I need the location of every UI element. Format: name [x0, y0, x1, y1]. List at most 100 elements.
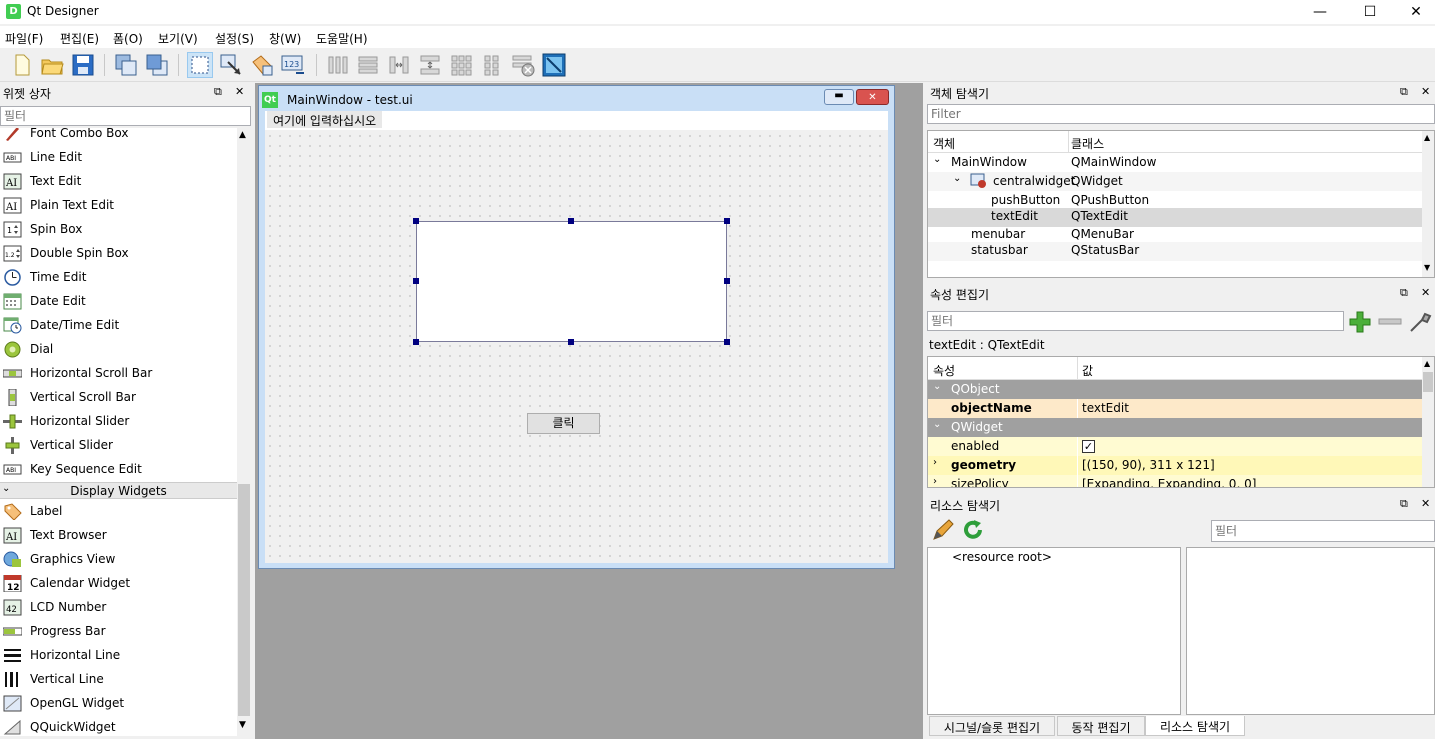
- configure-wrench-icon[interactable]: [1408, 310, 1434, 334]
- group-qwidget[interactable]: ⌄ QWidget: [928, 418, 1422, 437]
- property-row-objectname[interactable]: objectName textEdit: [928, 399, 1422, 418]
- layout-v-splitter-icon[interactable]: [417, 52, 443, 78]
- widget-list-scrollbar[interactable]: ▲ ▼: [237, 128, 251, 736]
- edit-widgets-icon[interactable]: [187, 52, 213, 78]
- property-row-geometry[interactable]: › geometry [(150, 90), 311 x 121]: [928, 456, 1422, 475]
- new-file-icon[interactable]: [8, 52, 34, 78]
- maximize-button[interactable]: ☐: [1347, 0, 1393, 24]
- float-icon[interactable]: ⧉: [214, 85, 222, 99]
- scrollbar-thumb[interactable]: [238, 484, 250, 716]
- selection-handle[interactable]: [568, 339, 574, 345]
- layout-form-icon[interactable]: [479, 52, 505, 78]
- tab-resource-browser[interactable]: 리소스 탐색기: [1145, 716, 1245, 736]
- tab-signal-slot-editor[interactable]: 시그널/슬롯 편집기: [929, 716, 1055, 736]
- header-object[interactable]: 객체: [933, 135, 955, 152]
- edit-buddies-icon[interactable]: [249, 52, 275, 78]
- edit-signals-slots-icon[interactable]: [218, 52, 244, 78]
- widget-item-dial[interactable]: Dial: [0, 338, 237, 362]
- widget-item-vertical-scroll-bar[interactable]: Vertical Scroll Bar: [0, 386, 237, 410]
- widget-item-label[interactable]: Label: [0, 500, 237, 524]
- tree-scrollbar[interactable]: ▲ ▼: [1422, 131, 1434, 277]
- tree-row[interactable]: ⌄ MainWindow QMainWindow: [928, 153, 1422, 172]
- widget-item-double-spin-box[interactable]: 1.2 Double Spin Box: [0, 242, 237, 266]
- objectname-value[interactable]: textEdit: [1082, 401, 1129, 415]
- edit-tab-order-icon[interactable]: 123: [280, 52, 306, 78]
- widget-item-progress-bar[interactable]: Progress Bar: [0, 620, 237, 644]
- text-edit-widget[interactable]: [416, 221, 727, 342]
- bring-to-front-icon[interactable]: [144, 52, 170, 78]
- float-icon[interactable]: ⧉: [1400, 85, 1408, 99]
- form-minimize-button[interactable]: ▬: [824, 89, 854, 105]
- widget-filter-input[interactable]: [0, 106, 251, 126]
- widget-item-horizontal-scroll-bar[interactable]: Horizontal Scroll Bar: [0, 362, 237, 386]
- property-scrollbar[interactable]: ▲: [1422, 357, 1434, 487]
- resource-filter-input[interactable]: [1211, 520, 1435, 542]
- resource-root-item[interactable]: <resource root>: [952, 550, 1052, 564]
- selection-handle[interactable]: [413, 218, 419, 224]
- widget-item-font-combo-box[interactable]: Font Combo Box: [0, 128, 237, 146]
- send-to-back-icon[interactable]: [113, 52, 139, 78]
- form-window[interactable]: Qt MainWindow - test.ui ▬ ✕ 여기에 입력하십시오 클…: [258, 85, 895, 569]
- widget-item-text-browser[interactable]: AI Text Browser: [0, 524, 237, 548]
- header-class[interactable]: 클래스: [1071, 135, 1104, 152]
- widget-item-qquickwidget[interactable]: QQuickWidget: [0, 716, 237, 736]
- minimize-button[interactable]: —: [1297, 0, 1343, 24]
- enabled-checkbox[interactable]: ✓: [1082, 440, 1095, 453]
- break-layout-icon[interactable]: [510, 52, 536, 78]
- sizepolicy-value[interactable]: [Expanding, Expanding, 0, 0]: [1082, 477, 1256, 487]
- selection-handle[interactable]: [413, 339, 419, 345]
- selection-handle[interactable]: [568, 218, 574, 224]
- category-display-widgets[interactable]: ⌄ Display Widgets: [0, 482, 237, 499]
- open-folder-icon[interactable]: [39, 52, 65, 78]
- push-button[interactable]: 클릭: [527, 413, 600, 434]
- selection-handle[interactable]: [413, 278, 419, 284]
- widget-item-time-edit[interactable]: Time Edit: [0, 266, 237, 290]
- widget-item-graphics-view[interactable]: Graphics View: [0, 548, 237, 572]
- scroll-down-icon[interactable]: ▼: [239, 720, 246, 730]
- menubar-placeholder[interactable]: 여기에 입력하십시오: [267, 111, 383, 128]
- widget-item-horizontal-line[interactable]: Horizontal Line: [0, 644, 237, 668]
- form-close-button[interactable]: ✕: [856, 89, 889, 105]
- form-menubar[interactable]: 여기에 입력하십시오: [265, 111, 888, 130]
- layout-vertical-icon[interactable]: [355, 52, 381, 78]
- widget-item-text-edit[interactable]: AI Text Edit: [0, 170, 237, 194]
- close-icon[interactable]: ✕: [1421, 286, 1430, 299]
- form-canvas[interactable]: 여기에 입력하십시오 클릭: [265, 111, 888, 563]
- add-property-icon[interactable]: [1348, 310, 1372, 334]
- selection-handle[interactable]: [724, 218, 730, 224]
- property-row-sizepolicy[interactable]: › sizePolicy [Expanding, Expanding, 0, 0…: [928, 475, 1422, 487]
- object-filter-input[interactable]: [927, 104, 1435, 124]
- menu-window[interactable]: 창(W): [269, 30, 301, 47]
- menu-view[interactable]: 보기(V): [158, 30, 198, 47]
- widget-item-line-edit[interactable]: ABI Line Edit: [0, 146, 237, 170]
- widget-item-horizontal-slider[interactable]: Horizontal Slider: [0, 410, 237, 434]
- adjust-size-icon[interactable]: [541, 52, 567, 78]
- layout-grid-icon[interactable]: [448, 52, 474, 78]
- widget-item-datetime-edit[interactable]: Date/Time Edit: [0, 314, 237, 338]
- widget-item-vertical-slider[interactable]: Vertical Slider: [0, 434, 237, 458]
- header-value[interactable]: 값: [1082, 362, 1093, 379]
- close-icon[interactable]: ✕: [1421, 85, 1430, 98]
- menu-form[interactable]: 폼(O): [113, 30, 143, 47]
- float-icon[interactable]: ⧉: [1400, 497, 1408, 511]
- close-icon[interactable]: ✕: [1421, 497, 1430, 510]
- menu-help[interactable]: 도움말(H): [316, 30, 368, 47]
- widget-item-calendar-widget[interactable]: 12 Calendar Widget: [0, 572, 237, 596]
- group-qobject[interactable]: ⌄ QObject: [928, 380, 1422, 399]
- scroll-up-icon[interactable]: ▲: [239, 130, 246, 140]
- property-row-enabled[interactable]: enabled ✓: [928, 437, 1422, 456]
- menu-settings[interactable]: 설정(S): [215, 30, 254, 47]
- menu-file[interactable]: 파일(F): [5, 30, 43, 47]
- save-icon[interactable]: [70, 52, 96, 78]
- tree-row[interactable]: ⌄ centralwidget QWidget: [928, 172, 1422, 191]
- widget-item-lcd-number[interactable]: 42 LCD Number: [0, 596, 237, 620]
- geometry-value[interactable]: [(150, 90), 311 x 121]: [1082, 458, 1215, 472]
- property-filter-input[interactable]: [927, 311, 1344, 331]
- layout-horizontal-icon[interactable]: [325, 52, 351, 78]
- float-icon[interactable]: ⧉: [1400, 286, 1408, 300]
- reload-icon[interactable]: [961, 518, 985, 542]
- selection-handle[interactable]: [724, 339, 730, 345]
- close-icon[interactable]: ✕: [235, 85, 244, 98]
- tab-action-editor[interactable]: 동작 편집기: [1057, 716, 1145, 736]
- header-property[interactable]: 속성: [933, 362, 955, 379]
